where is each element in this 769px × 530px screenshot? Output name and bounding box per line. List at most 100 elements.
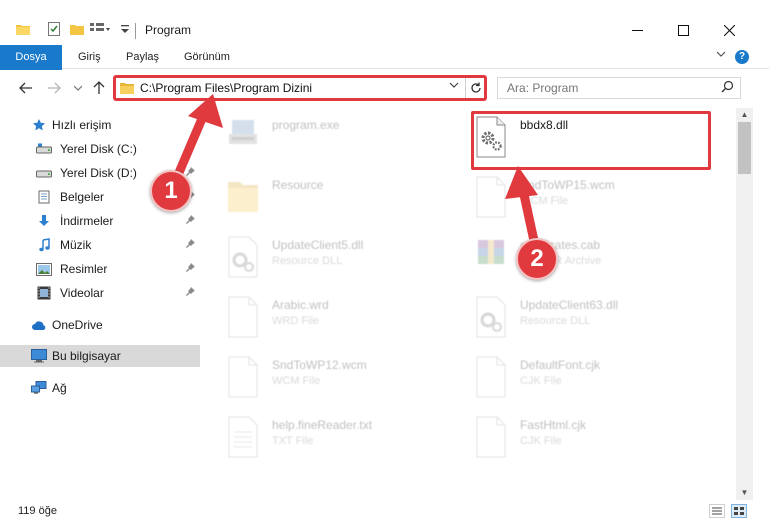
ribbon-tabs: Dosya Giriş Paylaş Görünüm: [0, 45, 769, 101]
file-type: Resource DLL: [520, 315, 591, 327]
file-name: help.fineReader.txt: [272, 418, 373, 432]
scrollbar-thumb[interactable]: [738, 122, 751, 174]
file-item[interactable]: UpdateClient63.dll Resource DLL: [456, 288, 704, 344]
folder-icon: [226, 176, 260, 218]
sidebar-item-label: Yerel Disk (D:): [60, 166, 137, 180]
file-name: program.exe: [272, 118, 340, 132]
minimize-button[interactable]: [617, 15, 657, 45]
file-item[interactable]: certificates.cab WinRAR Archive: [456, 228, 704, 284]
sidebar-item-label: Yerel Disk (C:): [60, 142, 137, 156]
address-bar[interactable]: C:\Program Files\Program Dizini: [113, 75, 487, 101]
scroll-up-icon[interactable]: ▲: [736, 108, 753, 122]
sidebar-item-onedrive[interactable]: OneDrive: [0, 314, 200, 336]
file-item[interactable]: Resource: [208, 168, 456, 224]
file-name: FastHtml.cjk: [520, 418, 586, 432]
sidebar-item-pictures[interactable]: Resimler: [0, 258, 200, 280]
properties-icon[interactable]: [47, 22, 61, 39]
ribbon-expand-icon[interactable]: [716, 49, 726, 62]
sidebar-item-this-pc[interactable]: Bu bilgisayar: [0, 345, 200, 367]
large-icons-view-icon[interactable]: [731, 504, 747, 518]
up-button[interactable]: [89, 78, 109, 98]
file-item[interactable]: help.fineReader.txt TXT File: [208, 408, 456, 464]
file-name: DefaultFont.cjk: [520, 358, 601, 372]
details-view-icon[interactable]: [709, 504, 725, 518]
drive-icon: [36, 142, 52, 156]
folder-icon: [120, 81, 134, 98]
address-row: C:\Program Files\Program Dizini Ara: Pro…: [0, 70, 769, 108]
file-type: WCM File: [520, 195, 569, 207]
sidebar-item-quick-access[interactable]: Hızlı erişim: [0, 114, 200, 136]
sidebar-item-drive-c[interactable]: Yerel Disk (C:): [0, 138, 200, 160]
sidebar-item-label: Hızlı erişim: [52, 118, 112, 132]
window-title: Program: [145, 23, 192, 37]
sidebar-item-label: İndirmeler: [60, 214, 114, 228]
exe-icon: [226, 116, 260, 158]
file-icon: [474, 356, 508, 398]
sidebar-item-music[interactable]: Müzik: [0, 234, 200, 256]
file-item[interactable]: DefaultFont.cjk CJK File: [456, 348, 704, 404]
highlight-box-bbdx8: [471, 111, 711, 170]
file-name: SndToWP15.wcm: [520, 178, 615, 192]
file-name: UpdateClient63.dll: [520, 298, 619, 312]
file-item[interactable]: UpdateClient5.dll Resource DLL: [208, 228, 456, 284]
dll-icon: [474, 296, 508, 338]
pin-icon[interactable]: [186, 167, 195, 178]
file-item[interactable]: FastHtml.cjk CJK File: [456, 408, 704, 464]
vertical-scrollbar[interactable]: ▲ ▼: [736, 108, 753, 500]
sidebar-item-downloads[interactable]: İndirmeler: [0, 210, 200, 232]
file-name: Arabic.wrd: [272, 298, 329, 312]
search-placeholder: Ara: Program: [507, 81, 579, 95]
file-item[interactable]: SndToWP12.wcm WCM File: [208, 348, 456, 404]
file-name: Resource: [272, 178, 324, 192]
search-input[interactable]: Ara: Program: [497, 77, 741, 99]
step-badge-1: 1: [150, 170, 192, 212]
pin-icon[interactable]: [186, 215, 195, 226]
pin-icon[interactable]: [186, 287, 195, 298]
forward-button[interactable]: [44, 78, 64, 98]
file-name: SndToWP12.wcm: [272, 358, 367, 372]
help-button[interactable]: ?: [735, 50, 749, 64]
sidebar-item-label: Videolar: [60, 286, 104, 300]
file-name: UpdateClient5.dll: [272, 238, 364, 252]
file-icon: [226, 356, 260, 398]
close-button[interactable]: [709, 15, 749, 45]
pin-icon[interactable]: [186, 263, 195, 274]
file-item[interactable]: SndToWP15.wcm WCM File: [456, 168, 704, 224]
item-count: 119 öğe: [18, 505, 57, 517]
sidebar-item-network[interactable]: Ağ: [0, 377, 200, 399]
dll-icon: [226, 236, 260, 278]
star-icon: [31, 118, 47, 132]
pin-icon[interactable]: [186, 239, 195, 250]
new-folder-icon[interactable]: [70, 22, 84, 39]
tab-home[interactable]: Giriş: [78, 45, 101, 69]
chevron-down-icon[interactable]: [449, 81, 459, 92]
back-button[interactable]: [16, 78, 36, 98]
file-icon: [226, 296, 260, 338]
file-icon: [474, 416, 508, 458]
file-item[interactable]: program.exe: [208, 108, 456, 164]
sidebar-item-label: Belgeler: [60, 190, 105, 204]
tab-view[interactable]: Görünüm: [184, 45, 230, 69]
recent-locations-button[interactable]: [68, 78, 88, 98]
file-type: Resource DLL: [272, 255, 343, 267]
refresh-icon[interactable]: [465, 78, 485, 98]
view-options-icon[interactable]: [90, 22, 110, 39]
sidebar-item-videos[interactable]: Videolar: [0, 282, 200, 304]
file-type: WRD File: [272, 315, 320, 327]
pictures-icon: [36, 262, 52, 276]
address-path[interactable]: C:\Program Files\Program Dizini: [140, 81, 312, 95]
file-item[interactable]: Arabic.wrd WRD File: [208, 288, 456, 344]
sidebar-item-label: Müzik: [60, 238, 92, 252]
title-separator: [135, 23, 136, 39]
file-type: CJK File: [520, 375, 562, 387]
network-icon: [31, 381, 47, 395]
search-icon[interactable]: [721, 80, 734, 96]
step-badge-2: 2: [516, 238, 558, 280]
customize-toolbar-icon[interactable]: [120, 24, 130, 38]
maximize-button[interactable]: [663, 15, 703, 45]
scroll-down-icon[interactable]: ▼: [736, 486, 753, 500]
download-icon: [36, 214, 52, 228]
sidebar-item-label: Ağ: [52, 381, 67, 395]
tab-share[interactable]: Paylaş: [126, 45, 159, 69]
folder-icon: [16, 22, 30, 39]
